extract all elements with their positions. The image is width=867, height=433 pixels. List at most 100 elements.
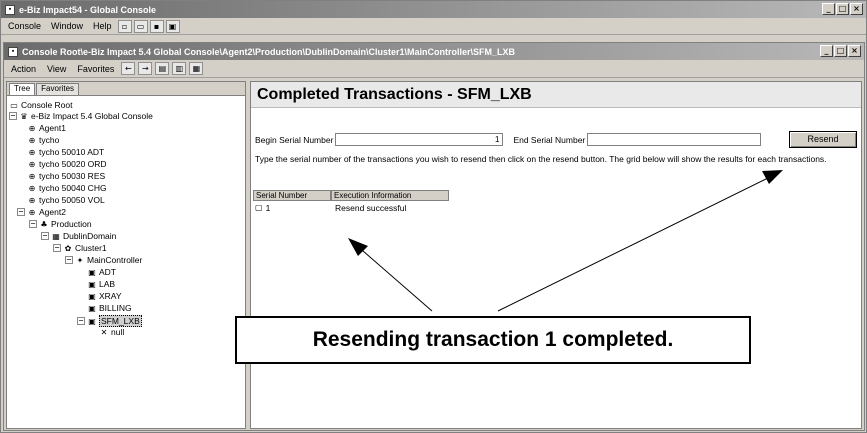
tree-node-maincontroller[interactable]: − ✦ MainController	[65, 255, 142, 265]
resend-button[interactable]: Resend	[789, 131, 857, 148]
tree-tabs: Tree Favorites	[7, 82, 245, 96]
tree-node-dublindomain[interactable]: − ▦ DublinDomain	[41, 231, 116, 241]
service-icon: ▣	[88, 303, 96, 313]
inner-titlebar: ▪ Console Root\e-Biz Impact 5.4 Global C…	[4, 43, 864, 60]
tab-tree[interactable]: Tree	[9, 83, 36, 95]
tree-node-agent2[interactable]: − ⊕ Agent2	[17, 207, 66, 217]
tree-node-agent1[interactable]: ⊕ Agent1	[27, 123, 66, 133]
save-icon[interactable]: ▪	[149, 19, 164, 33]
tree-node-xray[interactable]: ▣ XRAY	[87, 291, 121, 301]
menu-console[interactable]: Console	[4, 21, 45, 31]
properties-icon[interactable]: ▦	[189, 62, 204, 75]
agent-icon: ⊕	[28, 135, 36, 145]
begin-serial-input[interactable]: 1	[335, 133, 504, 146]
app-icon: ▪	[5, 4, 15, 15]
minimize-icon[interactable]: _	[822, 3, 835, 15]
collapse-icon[interactable]: −	[65, 256, 73, 264]
agent-icon: ⊕	[28, 123, 36, 133]
row-serial-cell: ▢ 1	[255, 203, 271, 213]
tree-node-tycho[interactable]: ⊕ tycho	[27, 135, 60, 145]
instructions-text: Type the serial number of the transactio…	[255, 154, 827, 164]
tree-node-tycho-50030[interactable]: ⊕ tycho 50030 RES	[27, 171, 106, 181]
inner-window-controls: _ □ ×	[820, 45, 861, 57]
show-tree-icon[interactable]: ▥	[172, 62, 187, 75]
window-icon[interactable]: ▣	[165, 19, 180, 33]
end-serial-label: End Serial Number	[513, 134, 586, 145]
console-icon: ♛	[20, 111, 28, 121]
collapse-icon[interactable]: −	[77, 317, 85, 325]
console-window-icon: ▪	[8, 46, 18, 57]
inner-close-icon[interactable]: ×	[848, 45, 861, 57]
service-icon: ▣	[88, 291, 96, 301]
results-grid-header: Serial Number Execution Information	[253, 190, 449, 201]
agent-icon: ⊕	[28, 147, 36, 157]
tree-node-tycho-50020[interactable]: ⊕ tycho 50020 ORD	[27, 159, 107, 169]
open-icon[interactable]: ▭	[133, 19, 148, 33]
collapse-icon[interactable]: −	[29, 220, 37, 228]
inner-toolbar: Action View Favorites ← → ▤ ▥ ▦	[4, 60, 864, 78]
content-pane: Completed Transactions - SFM_LXB Begin S…	[250, 81, 862, 429]
tree-node-production[interactable]: − ♣ Production	[29, 219, 92, 229]
table-row[interactable]: ▢ 1 Resend successful	[255, 203, 406, 213]
agent-icon: ⊕	[28, 171, 36, 181]
end-serial-input[interactable]	[587, 133, 762, 146]
tree-pane: Tree Favorites ▭ Console Root − ♛ e-Biz Imp…	[6, 81, 246, 429]
row-info-cell: Resend successful	[335, 203, 407, 213]
collapse-icon[interactable]: −	[17, 208, 25, 216]
column-execution-information[interactable]: Execution Information	[331, 190, 449, 201]
inner-minimize-icon[interactable]: _	[820, 45, 833, 57]
column-serial-number[interactable]: Serial Number	[253, 190, 331, 201]
menu-view[interactable]: View	[43, 64, 70, 74]
up-icon[interactable]: ▤	[155, 62, 170, 75]
begin-serial-row: Begin Serial Number 1 End Serial Number	[255, 133, 762, 146]
domain-icon: ▦	[52, 231, 60, 241]
controller-icon: ✦	[76, 255, 84, 265]
folder-icon: ▭	[10, 100, 18, 110]
back-icon[interactable]: ←	[121, 62, 136, 75]
menu-help[interactable]: Help	[89, 21, 116, 31]
inner-maximize-icon[interactable]: □	[834, 45, 847, 57]
service-icon: ▣	[88, 279, 96, 289]
menu-action[interactable]: Action	[7, 64, 40, 74]
row-status-icon: ▢	[255, 203, 263, 212]
tree-node-tycho-50010[interactable]: ⊕ tycho 50010 ADT	[27, 147, 105, 157]
page-title: Completed Transactions - SFM_LXB	[251, 82, 861, 108]
close-icon[interactable]: ×	[850, 3, 863, 15]
outer-window-controls: _ □ ×	[822, 3, 863, 15]
tree-node-lab[interactable]: ▣ LAB	[87, 279, 115, 289]
outer-menubar: Console Window Help ▫ ▭ ▪ ▣	[1, 18, 866, 35]
agent-icon: ⊕	[28, 183, 36, 193]
cluster-icon: ✿	[64, 243, 72, 253]
new-icon[interactable]: ▫	[117, 19, 132, 33]
service-icon: ▣	[88, 267, 96, 277]
tree-node-tycho-50040[interactable]: ⊕ tycho 50040 CHG	[27, 183, 107, 193]
tree-node-tycho-50050[interactable]: ⊕ tycho 50050 VOL	[27, 195, 105, 205]
service-icon: ▣	[88, 316, 96, 326]
tree-node-global-console[interactable]: − ♛ e-Biz Impact 5.4 Global Console	[9, 111, 153, 121]
agent-icon: ⊕	[28, 207, 36, 217]
outer-title: e-Biz Impact54 - Global Console	[19, 4, 157, 15]
tree-node-cluster1[interactable]: − ✿ Cluster1	[53, 243, 107, 253]
agent-icon: ⊕	[28, 159, 36, 169]
collapse-icon[interactable]: −	[41, 232, 49, 240]
inner-window: ▪ Console Root\e-Biz Impact 5.4 Global C…	[3, 42, 865, 431]
tree-node-adt[interactable]: ▣ ADT	[87, 267, 116, 277]
tree-node-sfm-lxb[interactable]: − ▣ SFM_LXB	[77, 315, 142, 327]
menu-window[interactable]: Window	[47, 21, 87, 31]
tree-node-billing[interactable]: ▣ BILLING	[87, 303, 131, 313]
outer-titlebar: ▪ e-Biz Impact54 - Global Console _ □ ×	[1, 1, 866, 18]
tree-node-null[interactable]: ✕ null	[99, 327, 125, 337]
begin-serial-label: Begin Serial Number	[255, 134, 334, 145]
menu-favorites[interactable]: Favorites	[73, 64, 118, 74]
tree-node-console-root[interactable]: ▭ Console Root	[9, 100, 72, 110]
production-icon: ♣	[40, 219, 48, 229]
collapse-icon[interactable]: −	[53, 244, 61, 252]
collapse-icon[interactable]: −	[9, 112, 17, 120]
service-icon: ✕	[100, 327, 108, 337]
forward-icon[interactable]: →	[138, 62, 153, 75]
tab-favorites[interactable]: Favorites	[36, 83, 80, 95]
callout-box: Resending transaction 1 completed.	[235, 316, 751, 364]
maximize-icon[interactable]: □	[836, 3, 849, 15]
agent-icon: ⊕	[28, 195, 36, 205]
inner-title: Console Root\e-Biz Impact 5.4 Global Con…	[22, 46, 516, 57]
